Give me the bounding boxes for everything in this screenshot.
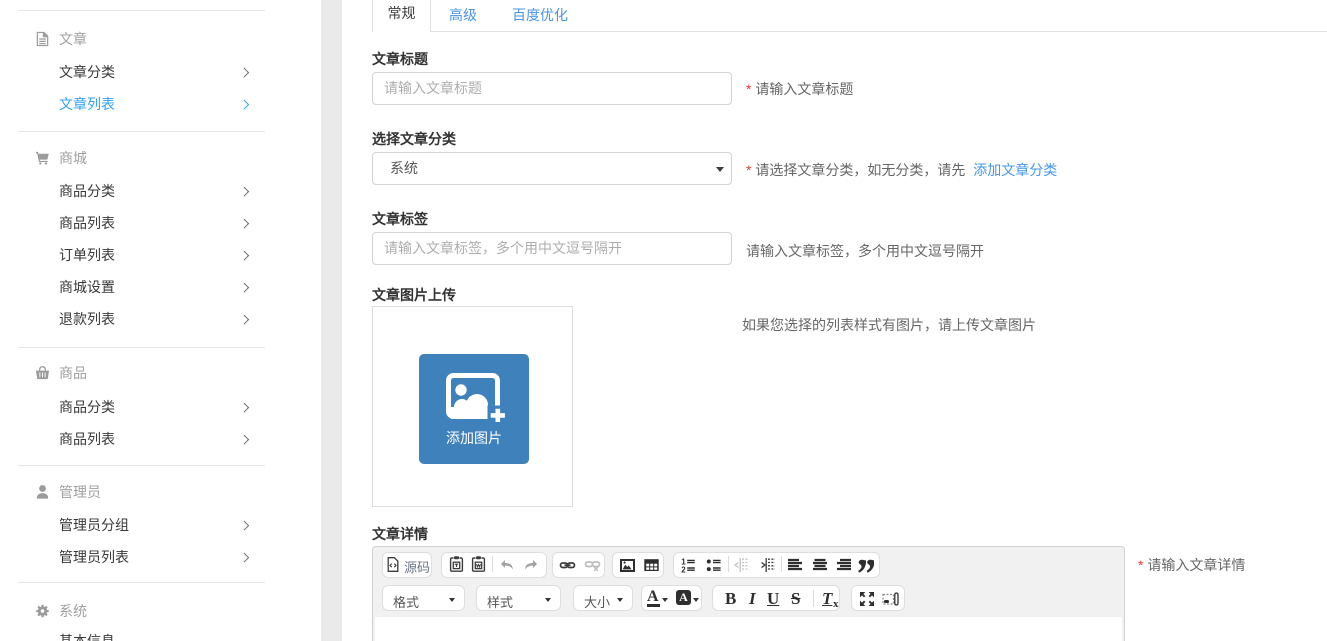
svg-text:2: 2 [681, 565, 686, 573]
